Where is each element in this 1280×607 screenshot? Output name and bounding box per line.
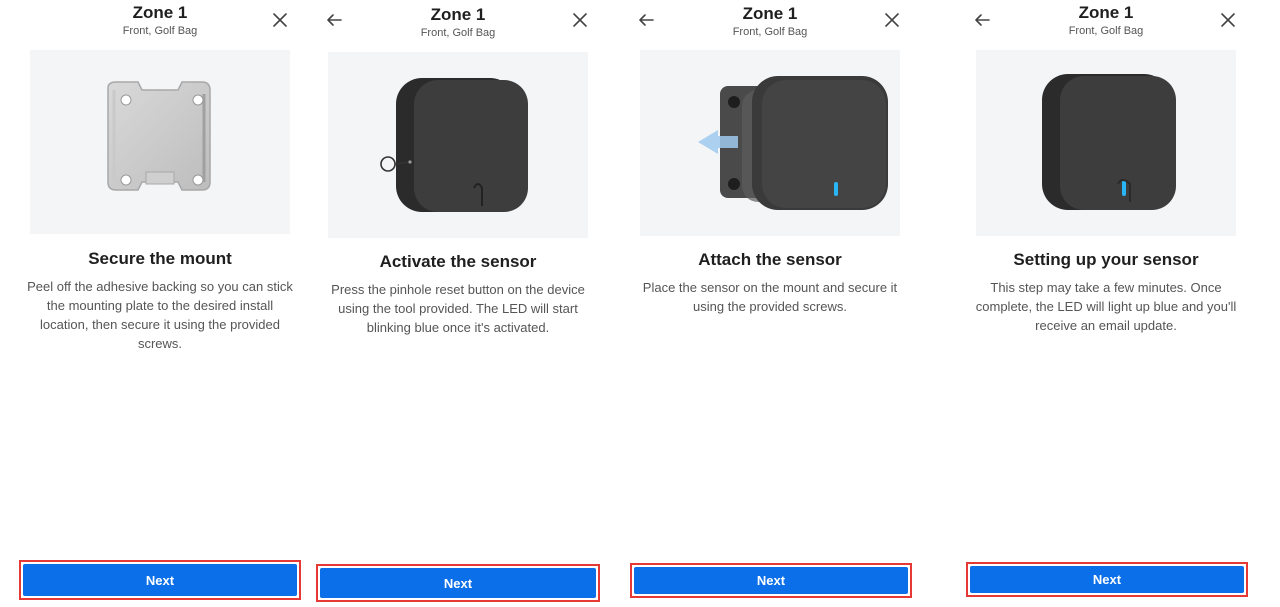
step-heading: Attach the sensor [698,250,842,269]
next-button[interactable]: Next [320,568,596,598]
page-title: Zone 1 [430,5,486,24]
next-button-highlight: Next [630,563,912,598]
setup-step-panel-1: Zone 1 Front, Golf Bag Secure the mount … [18,0,302,607]
header: Zone 1 Front, Golf Bag [316,0,600,44]
page-subtitle: Front, Golf Bag [122,25,198,37]
mounting-plate-illustration [30,50,290,234]
step-description: Peel off the adhesive backing so you can… [27,279,293,351]
next-button-highlight: Next [966,562,1248,597]
header: Zone 1 Front, Golf Bag [18,0,302,44]
page-subtitle: Front, Golf Bag [420,27,496,39]
setup-step-panel-2: Zone 1 Front, Golf Bag Activate the sens… [316,0,600,607]
setup-step-panel-3: Zone 1 Front, Golf Bag Attach the sensor… [628,0,912,607]
close-icon[interactable] [882,10,902,30]
sensor-attaching-to-mount-illustration [640,50,900,236]
step-heading: Secure the mount [88,249,232,268]
page-title: Zone 1 [1078,3,1134,22]
header: Zone 1 Front, Golf Bag [628,0,912,44]
setup-step-panel-4: Zone 1 Front, Golf Bag Setting up your s… [964,0,1248,607]
sensor-with-pin-tool-illustration [328,52,588,238]
page-title: Zone 1 [742,4,798,23]
close-icon[interactable] [1218,10,1238,30]
next-button[interactable]: Next [970,566,1244,593]
next-button[interactable]: Next [634,567,908,594]
header: Zone 1 Front, Golf Bag [964,0,1248,44]
step-heading: Setting up your sensor [1013,250,1199,269]
step-description: Press the pinhole reset button on the de… [331,282,585,335]
page-subtitle: Front, Golf Bag [1068,25,1144,37]
page-subtitle: Front, Golf Bag [732,26,808,38]
step-description: This step may take a few minutes. Once c… [975,280,1237,333]
close-icon[interactable] [270,10,290,30]
next-button-highlight: Next [316,564,600,602]
next-button[interactable]: Next [23,564,297,596]
step-heading: Activate the sensor [379,252,537,271]
next-button-highlight: Next [19,560,301,600]
step-description: Place the sensor on the mount and secure… [642,280,898,314]
sensor-led-blue-illustration [976,50,1236,236]
close-icon[interactable] [570,10,590,30]
page-title: Zone 1 [132,3,188,22]
